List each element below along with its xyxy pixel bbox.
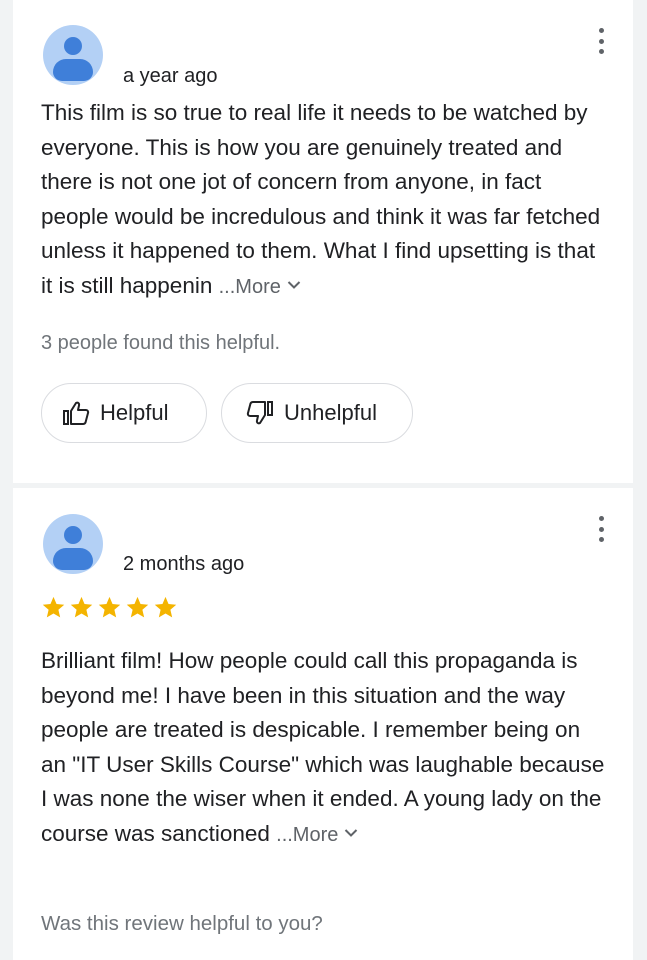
person-icon-body bbox=[53, 548, 93, 570]
star-rating bbox=[41, 595, 178, 620]
dot bbox=[598, 49, 604, 54]
review-text: Brilliant film! How people could call th… bbox=[41, 644, 611, 852]
review-card: a year ago This film is so true to real … bbox=[13, 0, 633, 483]
chevron-down-icon bbox=[345, 829, 358, 838]
person-icon-head bbox=[64, 37, 82, 55]
star-icon bbox=[154, 596, 177, 618]
more-options-icon[interactable] bbox=[597, 516, 605, 542]
unhelpful-button[interactable]: Unhelpful bbox=[221, 383, 413, 443]
thumbs-up-icon bbox=[63, 401, 90, 425]
review-text: This film is so true to real life it nee… bbox=[41, 96, 611, 304]
helpful-label: Helpful bbox=[100, 400, 169, 425]
review-card: 2 months ago Brilliant film! How people … bbox=[13, 488, 633, 960]
dot bbox=[598, 38, 604, 44]
review-body: Brilliant film! How people could call th… bbox=[41, 648, 605, 846]
dot bbox=[598, 28, 604, 33]
dot bbox=[598, 526, 604, 532]
star-icon bbox=[42, 596, 65, 618]
helpful-question: Was this review helpful to you? bbox=[41, 912, 323, 935]
thumbs-down-icon bbox=[246, 401, 273, 425]
review-time: 2 months ago bbox=[123, 553, 245, 575]
person-icon-head bbox=[64, 526, 82, 544]
helpful-count: 3 people found this helpful. bbox=[41, 332, 281, 354]
dot bbox=[598, 537, 604, 542]
chevron-down-icon bbox=[287, 281, 301, 290]
more-link[interactable]: ...More bbox=[276, 824, 358, 846]
more-options-icon[interactable] bbox=[597, 28, 605, 54]
avatar[interactable] bbox=[43, 25, 103, 85]
star-icon bbox=[98, 596, 121, 618]
review-body: This film is so true to real life it nee… bbox=[41, 100, 601, 298]
unhelpful-label: Unhelpful bbox=[284, 400, 377, 425]
review-time: a year ago bbox=[123, 65, 218, 87]
more-label: ...More bbox=[218, 275, 281, 298]
helpful-button[interactable]: Helpful bbox=[41, 383, 207, 443]
dot bbox=[598, 516, 604, 521]
star-icon bbox=[126, 596, 149, 618]
more-label: ...More bbox=[276, 823, 339, 846]
avatar[interactable] bbox=[43, 514, 103, 574]
person-icon-body bbox=[53, 59, 93, 81]
more-link[interactable]: ...More bbox=[219, 276, 301, 298]
reviews-page: a year ago This film is so true to real … bbox=[0, 0, 647, 960]
star-icon bbox=[70, 596, 93, 618]
